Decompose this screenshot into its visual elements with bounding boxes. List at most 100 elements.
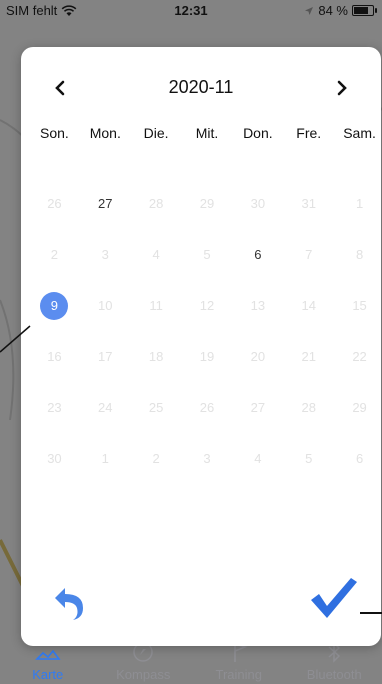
day-cell[interactable]: 6 [232,244,283,295]
weekday-label: Mit. [195,125,219,141]
weekday-label: Fre. [296,125,322,141]
day-number: 4 [152,247,160,262]
day-number: 17 [98,349,113,364]
day-cell: 10 [80,295,131,346]
weekday-label: Die. [143,125,169,141]
day-cell: 7 [283,244,334,295]
day-cell: 5 [283,448,334,499]
day-cell: 17 [80,346,131,397]
day-number: 11 [149,298,163,313]
day-cell: 4 [131,244,182,295]
day-number: 19 [199,349,215,364]
day-number: 15 [352,298,367,313]
day-number: 26 [47,196,62,211]
day-cell: 27 [232,397,283,448]
day-cell: 28 [131,193,182,244]
day-number: 28 [301,400,316,415]
day-cell: 3 [80,244,131,295]
day-cell: 12 [182,295,233,346]
day-cell: 3 [182,448,233,499]
weekday-label: Son. [40,125,69,141]
day-cell: 29 [334,397,382,448]
day-cell: 24 [80,397,131,448]
day-number: 6 [355,451,364,466]
day-number: 9 [40,292,69,320]
day-number: 24 [98,400,113,415]
day-cell: 22 [334,346,382,397]
calendar-header: 2020-11 [21,71,381,103]
location-arrow-icon [305,6,314,15]
day-number: 29 [199,196,215,211]
day-cell: 5 [182,244,233,295]
date-picker-dialog: 2020-11 Son. Mon. Die. Mit. Don. Fre. Sam. 26 2… [21,47,381,646]
day-cell: 20 [232,346,283,397]
battery-icon [352,5,377,16]
day-cell: 6 [334,448,382,499]
status-bar: SIM fehlt 12:31 84 % [0,0,382,20]
day-number: 7 [305,247,313,262]
weekday-label: Sam. [343,125,376,141]
day-number: 2 [50,247,59,262]
day-cell: 26 [182,397,233,448]
day-number: 2 [152,451,160,466]
day-cell: 2 [131,448,182,499]
day-number: 5 [203,247,211,262]
day-cell: 11 [131,295,182,346]
day-number: 16 [47,349,62,364]
day-number: 3 [203,451,211,466]
day-number: 20 [250,349,266,364]
day-number: 31 [301,196,316,211]
day-grid: 26 27 28 29 30 31 1 2 3 4 5 6 7 8 9 10 11 12 13 14 15 16 17 18 1… [29,193,382,499]
day-number: 30 [250,196,266,211]
day-number: 3 [101,247,109,262]
day-number: 5 [305,451,313,466]
next-month-button[interactable] [327,73,357,103]
day-cell: 1 [334,193,382,244]
day-number: 6 [254,247,262,262]
day-cell: 4 [232,448,283,499]
day-cell: 29 [182,193,233,244]
day-cell: 18 [131,346,182,397]
day-number: 27 [98,196,113,211]
day-cell: 31 [283,193,334,244]
day-cell: 21 [283,346,334,397]
weekday-row: Son. Mon. Die. Mit. Don. Fre. Sam. [29,125,382,141]
confirm-button[interactable] [309,574,357,622]
tab-label: Training [215,667,262,682]
weekday-label: Don. [243,125,273,141]
day-cell: 15 [334,295,382,346]
day-cell: 8 [334,244,382,295]
day-cell: 2 [29,244,80,295]
day-cell: 28 [283,397,334,448]
day-number: 12 [199,298,215,313]
day-number: 28 [148,196,164,211]
day-cell: 25 [131,397,182,448]
day-cell: 14 [283,295,334,346]
day-cell[interactable]: 27 [80,193,131,244]
day-cell: 1 [80,448,131,499]
battery-percent: 84 % [318,3,348,18]
undo-arrow-icon [55,588,83,620]
checkmark-icon [311,578,357,618]
day-number: 4 [254,451,262,466]
tab-label: Bluetooth [306,667,362,682]
day-cell: 13 [232,295,283,346]
tab-label: Karte [32,667,64,682]
day-number: 30 [47,451,62,466]
back-button[interactable] [49,582,89,622]
day-cell: 30 [232,193,283,244]
day-number: 26 [199,400,215,415]
day-cell: 26 [29,193,80,244]
day-cell: 30 [29,448,80,499]
day-number: 13 [250,298,266,313]
day-number: 18 [148,349,164,364]
map-line [0,325,31,353]
day-number: 22 [352,349,367,364]
day-number: 8 [355,247,364,262]
status-right: 84 % [304,3,377,18]
day-number: 1 [355,196,364,211]
day-number: 25 [148,400,164,415]
day-number: 29 [352,400,367,415]
day-number: 1 [101,451,109,466]
day-number: 10 [98,298,113,313]
